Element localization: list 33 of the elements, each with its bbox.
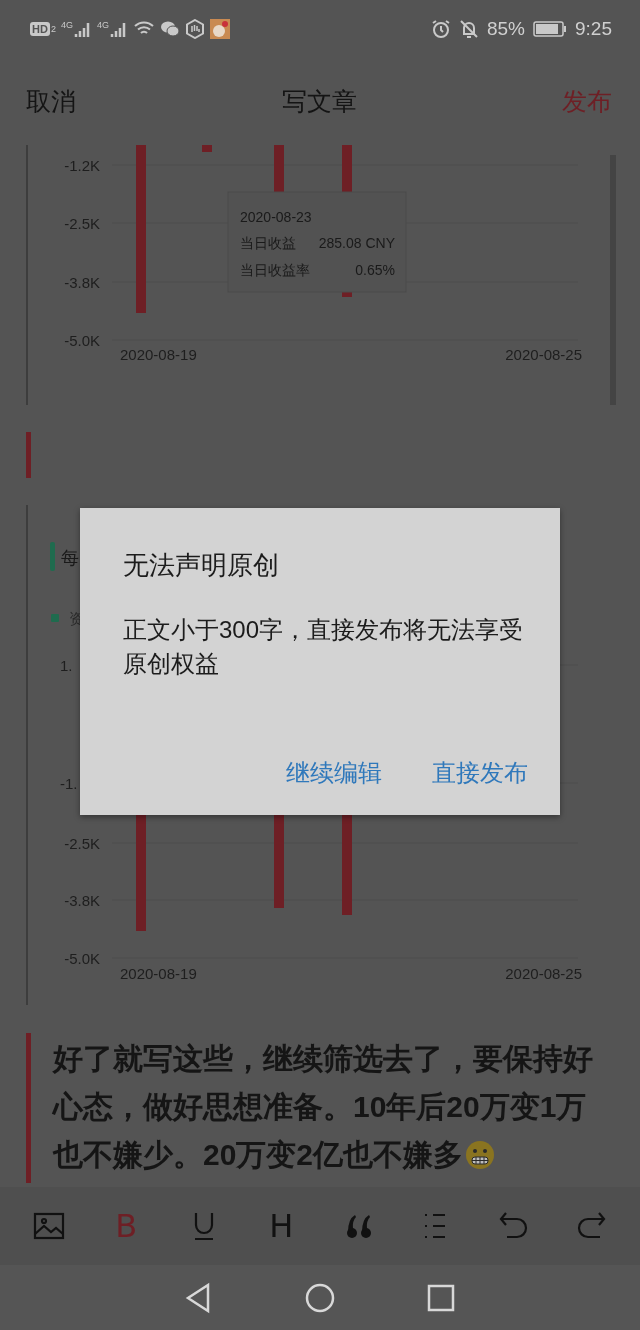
chart-bar xyxy=(342,145,352,192)
dialog-button[interactable]: 直接发布 xyxy=(432,757,528,789)
battery-icon xyxy=(533,20,567,38)
tooltip-value: 285.08 CNY xyxy=(318,235,395,251)
quote-bar xyxy=(26,432,31,478)
page-title: 写文章 xyxy=(281,86,357,117)
clock-time: 9:25 xyxy=(575,18,612,40)
title-marker xyxy=(50,542,55,571)
recents-button[interactable] xyxy=(426,1282,456,1313)
battery-percent: 85% xyxy=(487,18,525,40)
dialog-message: 正文小于300字，直接发布将无法享受原创权益 xyxy=(123,615,525,679)
home-button[interactable] xyxy=(304,1281,336,1314)
chart-bar xyxy=(274,145,284,192)
tooltip-date: 2020-08-23 xyxy=(240,209,312,225)
hand-icon xyxy=(184,19,205,39)
cancel-button[interactable]: 取消 xyxy=(26,85,76,118)
tooltip-value: 0.65% xyxy=(355,262,395,278)
heading-button[interactable]: H xyxy=(258,1203,305,1249)
signal-icon xyxy=(109,20,128,38)
grimacing-face-icon xyxy=(465,1140,496,1170)
chart-title: 每 xyxy=(61,548,79,568)
alarm-icon xyxy=(431,19,451,39)
signal-icon xyxy=(73,20,92,38)
chat-icon xyxy=(159,20,180,38)
sim-number: 2 xyxy=(50,24,56,34)
app-icon xyxy=(209,19,230,39)
chart-bar xyxy=(202,145,212,152)
network-type: 4G xyxy=(60,20,73,30)
dialog-button[interactable]: 继续编辑 xyxy=(286,757,382,789)
network-type: 4G xyxy=(96,20,109,30)
dialog-title: 无法声明原创 xyxy=(123,549,280,582)
hd-badge: HD xyxy=(30,22,50,36)
bell-off-icon xyxy=(459,19,479,39)
